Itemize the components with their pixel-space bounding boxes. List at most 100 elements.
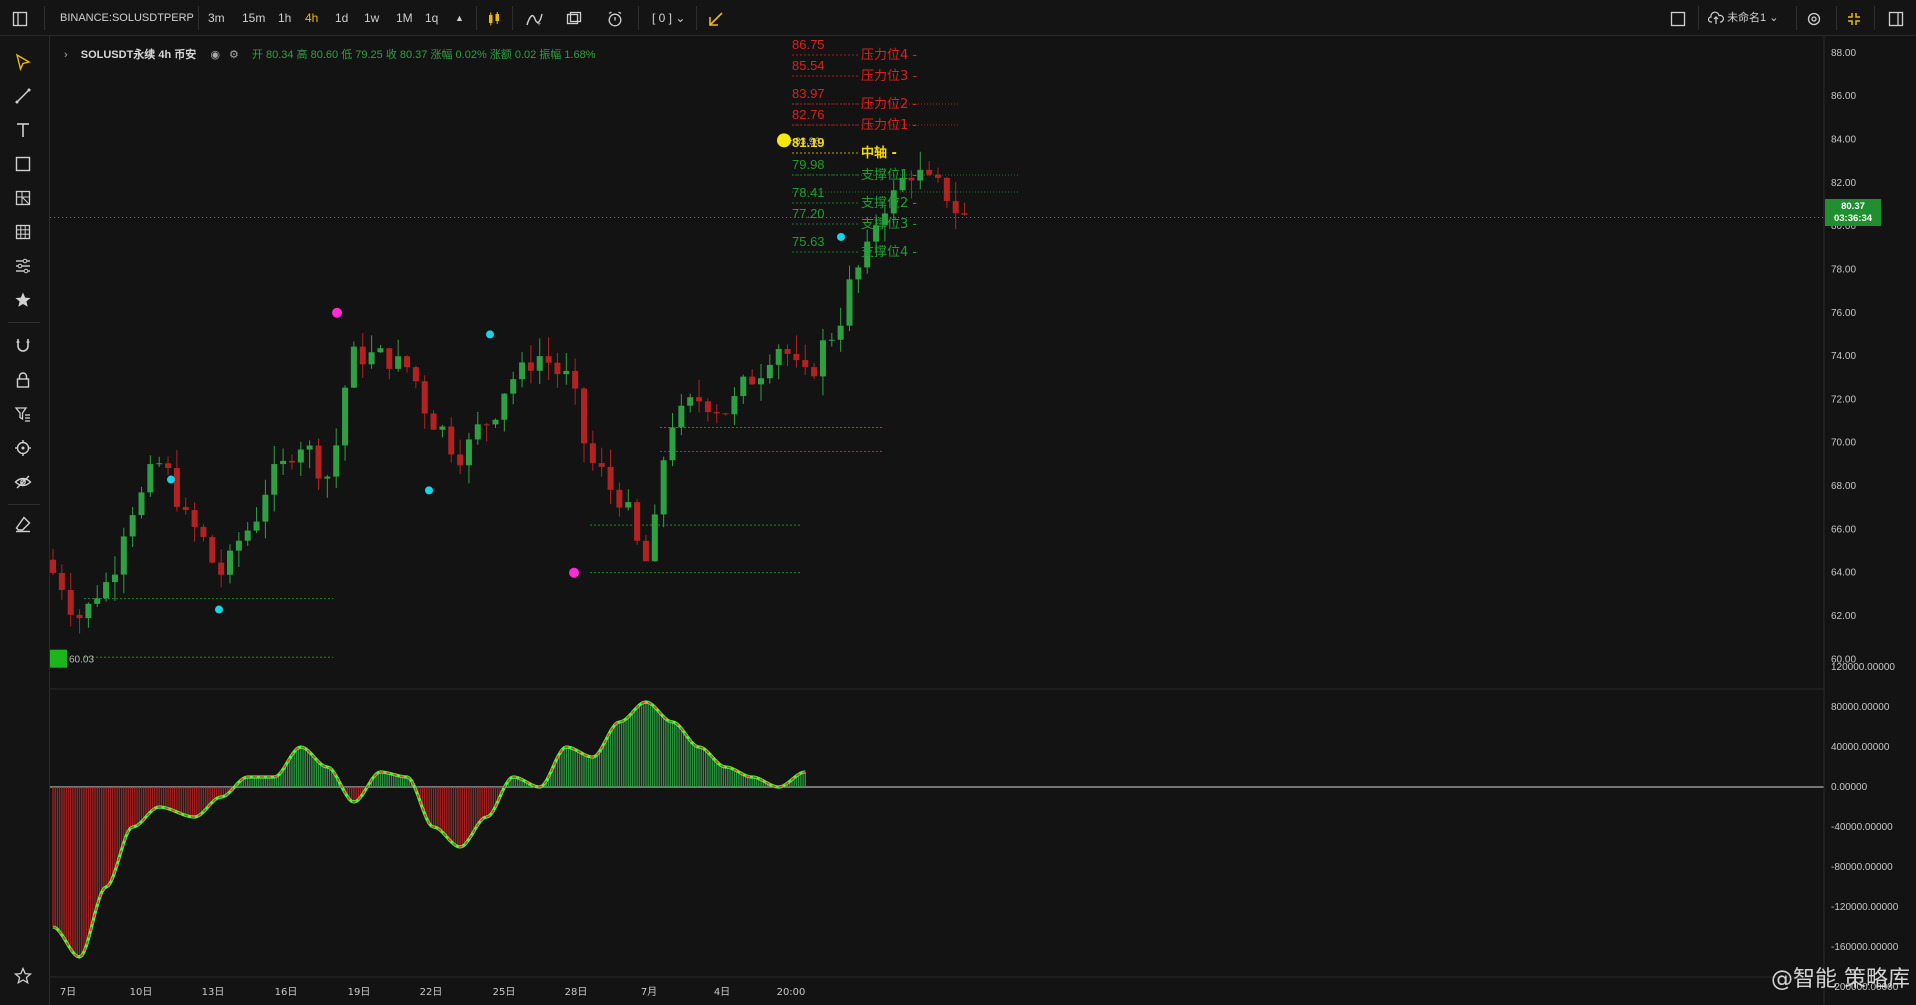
collapse-arrows-icon[interactable] xyxy=(1846,0,1862,36)
gear-icon[interactable]: ⚙ xyxy=(229,46,239,64)
level-price-2: 83.97 xyxy=(792,86,825,101)
level-name-1: 压力位3 - xyxy=(861,69,917,84)
cloud-upload-icon xyxy=(1707,11,1724,25)
candle-body xyxy=(253,521,260,531)
table-grid-icon[interactable] xyxy=(11,220,35,244)
candle-body xyxy=(819,340,826,377)
candle-body xyxy=(191,510,198,527)
level-name-0: 压力位4 - xyxy=(861,48,917,63)
interval-1M[interactable]: 1M xyxy=(396,0,413,36)
candle-body xyxy=(138,492,145,516)
indicator-icon[interactable]: + xyxy=(526,0,544,36)
eraser-icon[interactable] xyxy=(11,512,35,536)
candle-body xyxy=(758,378,764,385)
candle-body xyxy=(280,460,287,465)
settings-gear-icon[interactable] xyxy=(1806,0,1822,36)
indicator-count: [ 0 ] xyxy=(652,11,673,25)
crosshair-target-icon[interactable] xyxy=(11,436,35,460)
hide-eye-icon[interactable] xyxy=(11,470,35,494)
symbol-search-button[interactable]: BINANCE:SOLUSDTPERP xyxy=(60,0,194,36)
pivot-markers: 83.9660.03 xyxy=(50,133,845,668)
rectangle-tool-icon[interactable] xyxy=(11,152,35,176)
candle-body xyxy=(855,267,862,280)
watermark-text: @智能 策略库 xyxy=(1771,967,1910,992)
candle-body xyxy=(625,502,632,508)
candle-body xyxy=(634,502,641,541)
filter-list-icon[interactable] xyxy=(11,402,35,426)
price-tick-label: 68.00 xyxy=(1831,481,1856,492)
alert-clock-icon[interactable] xyxy=(607,0,623,36)
time-tick-label: 16日 xyxy=(275,987,298,998)
svg-text:+: + xyxy=(537,21,541,27)
watchlist-star-icon[interactable] xyxy=(11,964,35,988)
candle-body xyxy=(85,603,92,619)
interval-1w[interactable]: 1w xyxy=(364,0,379,36)
chevron-down-icon: ⌄ xyxy=(1769,12,1779,24)
sidebar-toggle-icon[interactable] xyxy=(12,0,28,36)
candle-body xyxy=(315,445,322,479)
fullscreen-square-icon[interactable] xyxy=(1670,0,1686,36)
candle-body xyxy=(704,401,711,413)
magnet-icon[interactable] xyxy=(11,334,35,358)
right-panel-toggle-icon[interactable] xyxy=(1888,0,1904,36)
layout-save-button[interactable]: 未命名1 ⌄ xyxy=(1707,0,1779,36)
top-toolbar: BINANCE:SOLUSDTPERP 3m 15m 1h 4h 1d 1w 1M 1q ▲ +… xyxy=(0,0,1916,36)
candle-body xyxy=(501,393,508,420)
sliders-icon[interactable] xyxy=(11,254,35,278)
chevron-right-icon[interactable]: › xyxy=(64,46,68,64)
level-price-3: 82.76 xyxy=(792,107,825,122)
candle-body xyxy=(784,348,791,354)
interval-15m[interactable]: 15m xyxy=(242,0,265,36)
price-axis: 88.0086.0084.0082.0080.0078.0076.0074.00… xyxy=(1831,48,1899,993)
candle-body xyxy=(740,376,747,397)
candle-body xyxy=(209,536,216,563)
price-chart[interactable]: 83.9660.03 86.75 压力位4 - 85.54 压力位3 - 83.97 压力… xyxy=(50,36,1916,1005)
level-price-7: 77.20 xyxy=(792,206,825,221)
interval-4h[interactable]: 4h xyxy=(305,0,318,36)
pivot-level-labels: 86.75 压力位4 - 85.54 压力位3 - 83.97 压力位2 - 82.76 压力… xyxy=(792,37,1020,260)
candle-type-icon[interactable] xyxy=(486,0,502,36)
candle-body xyxy=(642,540,649,562)
candle-body xyxy=(227,550,233,575)
time-tick-label: 25日 xyxy=(493,987,516,998)
oscillator-signal-line xyxy=(52,700,806,959)
oscillator-fast-line xyxy=(52,701,806,958)
eye-icon[interactable]: ◉ xyxy=(210,46,220,64)
interval-1d[interactable]: 1d xyxy=(335,0,348,36)
level-price-4: 81.19 xyxy=(792,135,825,150)
candle-body xyxy=(527,362,534,371)
interval-1q[interactable]: 1q xyxy=(425,0,438,36)
price-tick-label: 88.00 xyxy=(1831,48,1856,59)
candle-body xyxy=(50,559,56,573)
time-tick-label: 10日 xyxy=(130,987,153,998)
chevron-down-icon: ⌄ xyxy=(675,11,686,25)
time-tick-label: 4日 xyxy=(714,987,730,998)
level-name-8: 支撑位4 - xyxy=(861,245,917,260)
level-price-6: 78.41 xyxy=(792,185,825,200)
price-tick-label: 64.00 xyxy=(1831,568,1856,579)
candle-body xyxy=(439,426,446,430)
interval-3m[interactable]: 3m xyxy=(208,0,225,36)
pivot-marker-dot xyxy=(569,567,579,578)
cursor-arrow-icon[interactable] xyxy=(11,50,35,74)
last-price-badge: 80.37 03:36:34 xyxy=(1825,199,1881,226)
text-tool-icon[interactable] xyxy=(11,118,35,142)
level-name-3: 压力位1 - xyxy=(861,118,917,133)
candle-body xyxy=(448,426,455,455)
indicator-templates-button[interactable]: [ 0 ] ⌄ xyxy=(652,0,685,36)
candle-body xyxy=(333,445,340,477)
interval-1h[interactable]: 1h xyxy=(278,0,291,36)
drawing-replay-icon[interactable] xyxy=(708,0,726,36)
candle-body xyxy=(749,376,756,385)
candle-body xyxy=(244,530,251,541)
candle-body xyxy=(510,379,517,394)
trend-line-icon[interactable] xyxy=(11,84,35,108)
interval-more-triangle-icon[interactable]: ▲ xyxy=(455,0,464,36)
candle-body xyxy=(572,370,579,389)
fib-grid-icon[interactable] xyxy=(11,186,35,210)
compare-icon[interactable] xyxy=(566,0,582,36)
candle-body xyxy=(457,454,464,466)
level-name-5: 支撑位1 - xyxy=(861,168,917,183)
lock-icon[interactable] xyxy=(11,368,35,392)
star-favorites-icon[interactable] xyxy=(11,288,35,312)
